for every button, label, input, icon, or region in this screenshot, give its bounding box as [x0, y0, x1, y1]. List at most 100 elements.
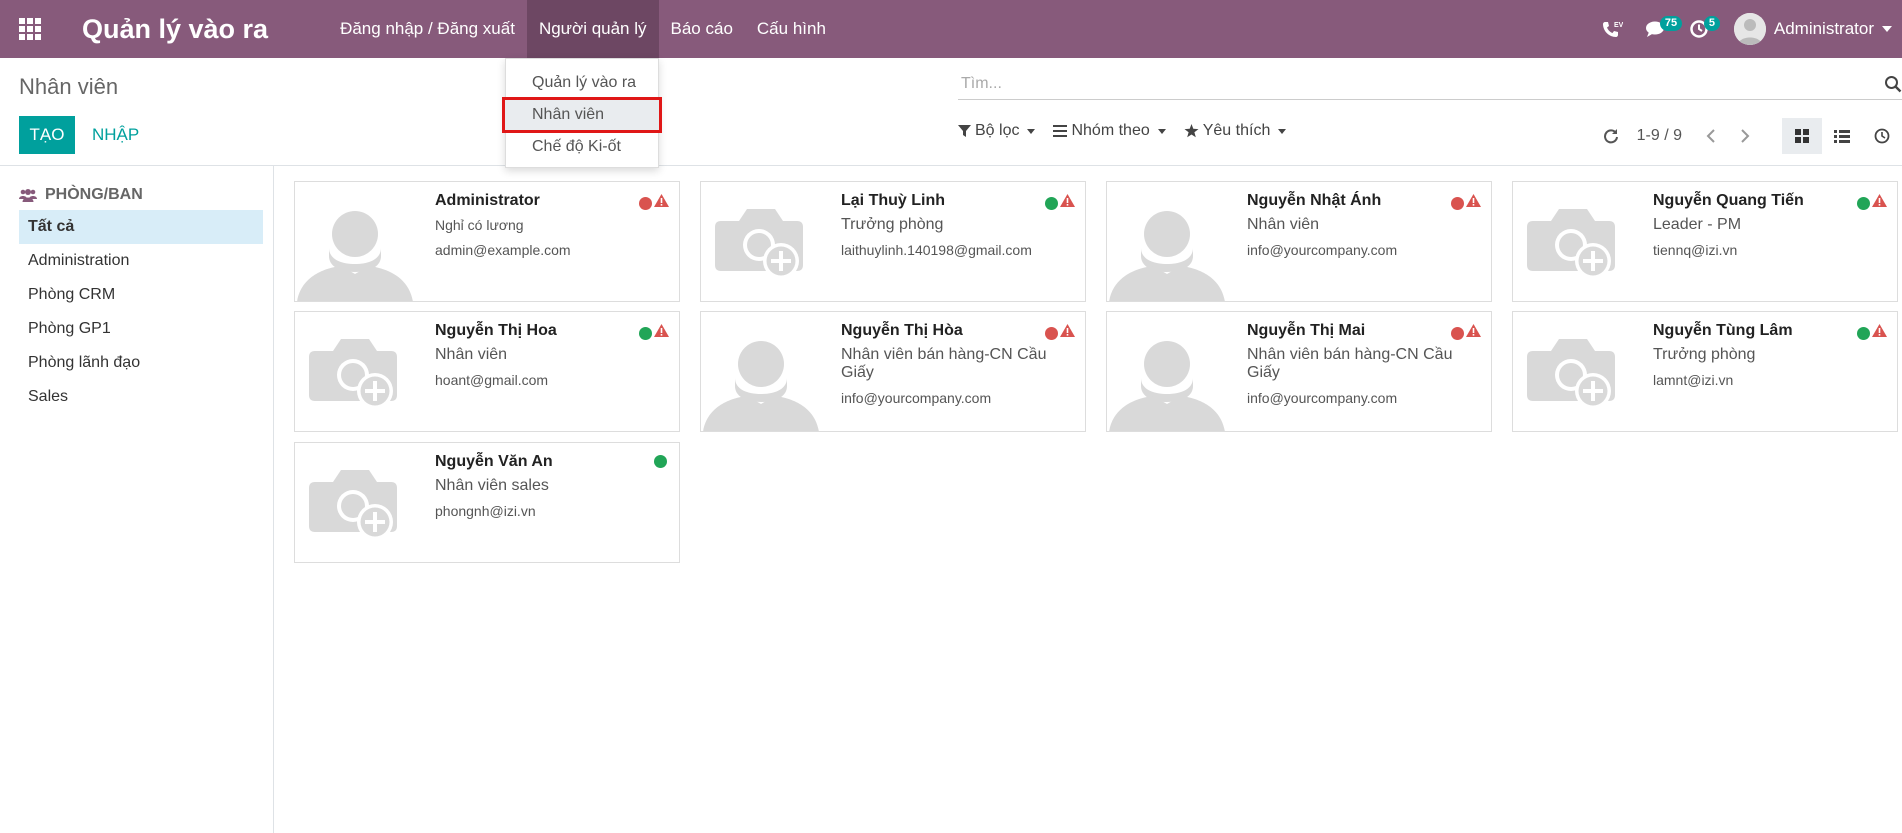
- employee-job-title: Trưởng phòng: [1653, 346, 1756, 363]
- employee-name: Nguyễn Văn An: [435, 453, 553, 470]
- employee-card[interactable]: Nguyễn Tùng Lâm Trưởng phòng lamnt@izi.vn: [1512, 311, 1898, 432]
- employee-card[interactable]: Lại Thuỳ Linh Trưởng phòng laithuylinh.140…: [700, 181, 1086, 302]
- search-input[interactable]: [958, 74, 1872, 93]
- control-panel: Nhân viên TẠO NHẬP Bộ lọc Nhóm theo: [0, 58, 1902, 166]
- list-bars-icon: [1053, 125, 1068, 137]
- pager-next-icon[interactable]: [1728, 118, 1762, 154]
- warning-icon: [1872, 324, 1887, 342]
- warning-icon: [1060, 194, 1075, 212]
- dropdown-item-attendance-management[interactable]: Quản lý vào ra: [506, 67, 658, 99]
- create-button[interactable]: TẠO: [19, 116, 75, 154]
- sidebar-item-administration[interactable]: Administration: [19, 244, 263, 278]
- employee-name: Nguyễn Thị Hoa: [435, 322, 557, 339]
- dropdown-item-kiosk-mode[interactable]: Chế độ Ki-ốt: [506, 131, 658, 163]
- employee-card[interactable]: Nguyễn Quang Tiến Leader - PM tiennq@izi.v…: [1512, 181, 1898, 302]
- employee-job-title: Leader - PM: [1653, 216, 1742, 233]
- favorites-dropdown[interactable]: Yêu thích: [1184, 122, 1287, 140]
- warning-icon: [654, 324, 669, 342]
- sidebar-item-leadership[interactable]: Phòng lãnh đạo: [19, 346, 263, 380]
- dropdown-item-employees[interactable]: Nhân viên: [502, 97, 662, 133]
- sidebar-item-gp1[interactable]: Phòng GP1: [19, 312, 263, 346]
- warning-icon: [654, 194, 669, 212]
- person-placeholder-icon: [1107, 182, 1227, 301]
- menu-configuration[interactable]: Cấu hình: [745, 0, 838, 58]
- star-icon: [1184, 124, 1199, 138]
- camera-placeholder-icon: [1513, 312, 1633, 431]
- manager-dropdown-menu: Quản lý vào ra Nhân viên Chế độ Ki-ốt: [502, 58, 662, 168]
- person-placeholder-icon: [295, 182, 415, 301]
- presence-status-icon: [1857, 326, 1870, 340]
- employee-name: Nguyễn Thị Mai: [1247, 322, 1366, 339]
- employee-card[interactable]: Nguyễn Thị Mai Nhân viên bán hàng-CN Cầu …: [1106, 311, 1492, 432]
- filter-icon: [958, 124, 971, 138]
- employee-card[interactable]: Nguyễn Thị Hoa Nhân viên hoant@gmail.com: [294, 311, 680, 432]
- employee-email: laithuylinh.140198@gmail.com: [841, 242, 1032, 258]
- activity-view-icon[interactable]: [1862, 118, 1902, 154]
- employee-job-title: Nhân viên bán hàng-CN Cầu Giấy: [1247, 346, 1453, 381]
- employee-card[interactable]: Administrator Nghỉ có lương admin@example.…: [294, 181, 680, 302]
- person-placeholder-icon: [701, 312, 821, 431]
- app-title[interactable]: Quản lý vào ra: [82, 14, 268, 45]
- search-bar: [958, 68, 1902, 100]
- employee-name: Nguyễn Quang Tiến: [1653, 192, 1804, 209]
- employee-email: phongnh@izi.vn: [435, 503, 536, 519]
- pager-value[interactable]: 1-9 / 9: [1637, 127, 1682, 145]
- presence-status-icon: [639, 326, 652, 340]
- search-icon[interactable]: [1872, 75, 1902, 93]
- employee-card[interactable]: Nguyễn Thị Hòa Nhân viên bán hàng-CN Cầu …: [700, 311, 1086, 432]
- sidebar-item-crm[interactable]: Phòng CRM: [19, 278, 263, 312]
- presence-status-icon: [1045, 326, 1058, 340]
- camera-placeholder-icon: [701, 182, 821, 301]
- camera-placeholder-icon: [295, 312, 415, 431]
- sidebar-header-label: PHÒNG/BAN: [45, 186, 143, 203]
- presence-status-icon: [1045, 196, 1058, 210]
- warning-icon: [1466, 324, 1481, 342]
- employee-card[interactable]: Nguyễn Văn An Nhân viên sales phongnh@izi.…: [294, 442, 680, 563]
- employee-email: info@yourcompany.com: [1247, 242, 1398, 258]
- sidebar-header: PHÒNG/BAN: [19, 186, 273, 204]
- camera-placeholder-icon: [1513, 182, 1633, 301]
- person-placeholder-icon: [1107, 312, 1227, 431]
- import-button[interactable]: NHẬP: [82, 116, 149, 154]
- employee-card[interactable]: Nguyễn Nhật Ánh Nhân viên info@yourcompany…: [1106, 181, 1492, 302]
- activities-clock-icon[interactable]: 5: [1678, 0, 1722, 58]
- employee-job-title: Nhân viên bán hàng-CN Cầu Giấy: [841, 346, 1047, 381]
- kanban-view-icon[interactable]: [1782, 118, 1822, 154]
- filter-dropdown[interactable]: Bộ lọc: [958, 122, 1036, 140]
- employee-name: Nguyễn Thị Hòa: [841, 322, 963, 339]
- apps-menu-icon[interactable]: [0, 0, 60, 58]
- warning-icon: [1466, 194, 1481, 212]
- presence-status-icon: [654, 455, 667, 468]
- employee-email: hoant@gmail.com: [435, 372, 549, 388]
- employee-email: admin@example.com: [435, 242, 571, 258]
- sidebar-item-all[interactable]: Tất cả: [19, 210, 263, 244]
- presence-status-icon: [1451, 326, 1464, 340]
- warning-icon: [1060, 324, 1075, 342]
- user-avatar: [1733, 13, 1766, 45]
- chevron-down-icon: [1882, 26, 1892, 32]
- sidebar-item-sales[interactable]: Sales: [19, 380, 263, 414]
- menu-reports[interactable]: Báo cáo: [659, 0, 745, 58]
- phone-icon[interactable]: EV: [1590, 0, 1634, 58]
- menu-login-logout[interactable]: Đăng nhập / Đăng xuất: [328, 0, 527, 58]
- refresh-icon[interactable]: [1599, 128, 1623, 144]
- favorites-label: Yêu thích: [1202, 122, 1271, 139]
- employee-name: Administrator: [435, 192, 540, 209]
- employee-job-title: Nghỉ có lương: [435, 217, 524, 233]
- employee-job-title: Nhân viên: [435, 346, 508, 363]
- employee-job-title: Trưởng phòng: [841, 216, 944, 233]
- employee-name: Nguyễn Nhật Ánh: [1247, 192, 1382, 209]
- users-icon: [19, 188, 37, 202]
- messages-icon[interactable]: 75: [1634, 0, 1683, 58]
- employee-email: info@yourcompany.com: [1247, 390, 1398, 406]
- pager-previous-icon[interactable]: [1694, 118, 1728, 154]
- employee-email: tiennq@izi.vn: [1653, 242, 1738, 258]
- group-by-dropdown[interactable]: Nhóm theo: [1053, 122, 1166, 140]
- employee-name: Nguyễn Tùng Lâm: [1653, 322, 1793, 339]
- chevron-down-icon: [1278, 128, 1287, 134]
- user-menu[interactable]: Administrator: [1722, 0, 1902, 58]
- top-navbar: Quản lý vào ra Đăng nhập / Đăng xuất Ngư…: [0, 0, 1902, 58]
- menu-manager[interactable]: Người quản lý: [526, 0, 659, 58]
- presence-status-icon: [1857, 196, 1870, 210]
- list-view-icon[interactable]: [1822, 118, 1862, 154]
